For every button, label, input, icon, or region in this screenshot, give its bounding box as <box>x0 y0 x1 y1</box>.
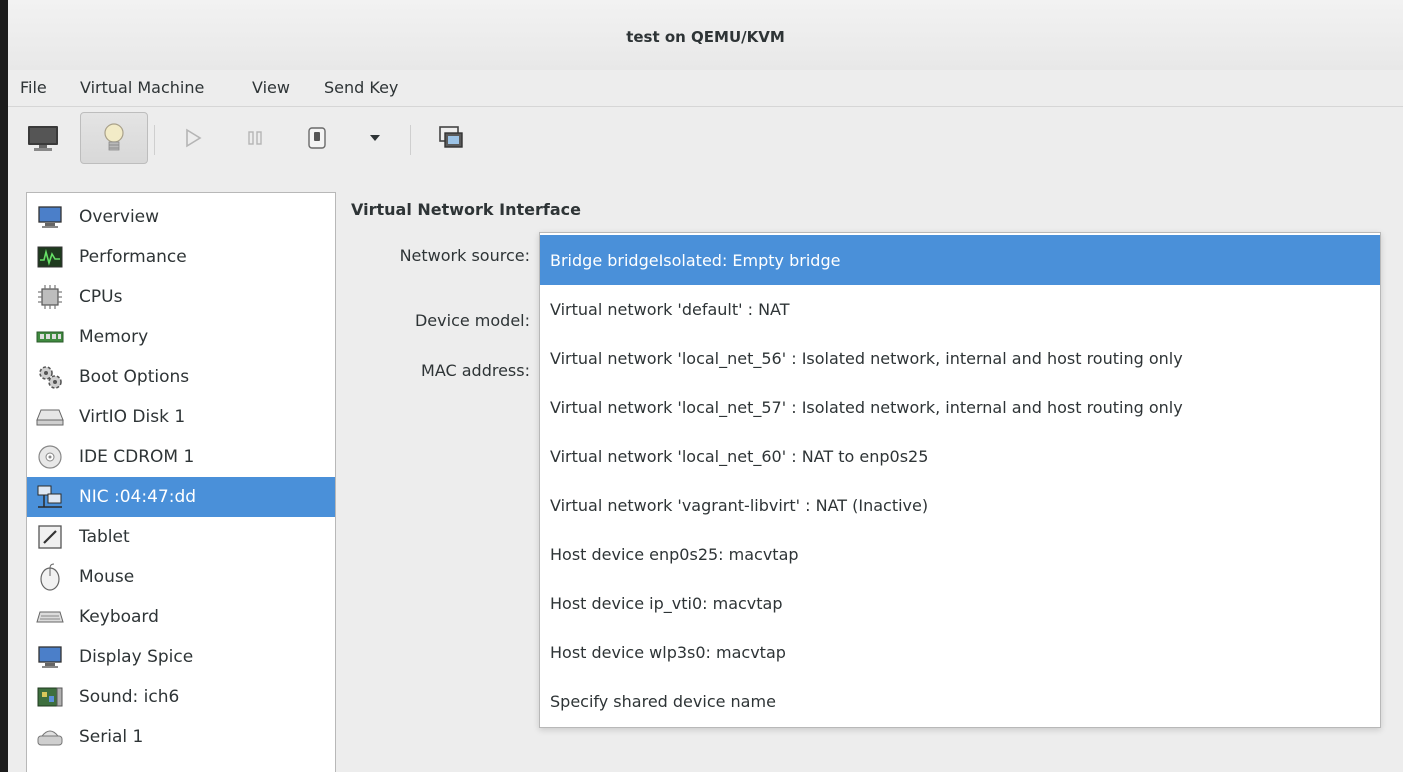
network-source-option[interactable]: Virtual network 'default' : NAT <box>540 284 1380 334</box>
sidebar-item-virtio-disk[interactable]: VirtIO Disk 1 <box>27 397 335 437</box>
mac-address-label: MAC address: <box>421 361 530 380</box>
sidebar-item-label: Boot Options <box>79 367 190 387</box>
monitor-icon <box>35 202 65 232</box>
power-icon <box>308 127 326 149</box>
play-icon <box>186 128 202 148</box>
sidebar-item-display-spice[interactable]: Display Spice <box>27 637 335 677</box>
sidebar-item-label: Overview <box>79 207 160 227</box>
monitor-icon <box>28 126 58 151</box>
sidebar-item-label: Display Spice <box>79 647 194 667</box>
network-source-label: Network source: <box>399 246 530 265</box>
sidebar-item-memory[interactable]: Memory <box>27 317 335 357</box>
sidebar-item-sound[interactable]: Sound: ich6 <box>27 677 335 717</box>
lightbulb-icon <box>104 123 124 151</box>
network-source-option[interactable]: Virtual network 'local_net_57' : Isolate… <box>540 382 1380 432</box>
fullscreen-button[interactable] <box>428 115 474 161</box>
sidebar-item-label: NIC :04:47:dd <box>79 487 197 507</box>
title-bar[interactable]: test on QEMU/KVM <box>8 0 1403 70</box>
sidebar-item-overview[interactable]: Overview <box>27 197 335 237</box>
sidebar-item-ide-cdrom[interactable]: IDE CDROM 1 <box>27 437 335 477</box>
shutdown-button[interactable] <box>294 115 340 161</box>
menu-file[interactable]: File <box>20 78 47 97</box>
sidebar-item-label: Memory <box>79 327 149 347</box>
sidebar-item-label: VirtIO Disk 1 <box>79 407 186 427</box>
run-button[interactable] <box>170 115 216 161</box>
sidebar-item-label: Sound: ich6 <box>79 687 180 707</box>
show-details-button[interactable] <box>80 112 148 164</box>
cpu-chip-icon <box>35 282 65 312</box>
window-title: test on QEMU/KVM <box>626 28 785 46</box>
screenshot-icon <box>439 126 463 148</box>
network-source-option[interactable]: Virtual network 'vagrant-libvirt' : NAT … <box>540 480 1380 530</box>
display-icon <box>35 642 65 672</box>
network-source-option[interactable]: Virtual network 'local_net_56' : Isolate… <box>540 333 1380 383</box>
sidebar-item-cpus[interactable]: CPUs <box>27 277 335 317</box>
tablet-icon <box>35 522 65 552</box>
cdrom-icon <box>35 442 65 472</box>
network-source-option[interactable]: Host device wlp3s0: macvtap <box>540 627 1380 677</box>
keyboard-icon <box>35 602 65 632</box>
sidebar-item-label: Performance <box>79 247 187 267</box>
dropdown-arrow-icon <box>370 135 380 141</box>
network-source-option[interactable]: Virtual network 'local_net_60' : NAT to … <box>540 431 1380 481</box>
sound-card-icon <box>35 682 65 712</box>
vm-details-window: test on QEMU/KVM File Virtual Machine Vi… <box>8 0 1403 772</box>
show-console-button[interactable] <box>20 115 66 161</box>
sidebar-item-label: Tablet <box>79 527 130 547</box>
sidebar-item-nic[interactable]: NIC :04:47:dd <box>27 477 335 517</box>
section-title: Virtual Network Interface <box>351 200 581 219</box>
serial-icon <box>35 722 65 752</box>
sidebar-item-label: CPUs <box>79 287 123 307</box>
sidebar-item-label: Keyboard <box>79 607 159 627</box>
sidebar-item-serial[interactable]: Serial 1 <box>27 717 335 757</box>
sidebar-item-boot-options[interactable]: Boot Options <box>27 357 335 397</box>
device-model-label: Device model: <box>414 311 530 330</box>
network-source-option[interactable]: Host device enp0s25: macvtap <box>540 529 1380 579</box>
performance-graph-icon <box>35 242 65 272</box>
network-source-option[interactable]: Host device ip_vti0: macvtap <box>540 578 1380 628</box>
sidebar-item-performance[interactable]: Performance <box>27 237 335 277</box>
memory-icon <box>35 322 65 352</box>
hard-disk-icon <box>35 402 65 432</box>
network-source-option[interactable]: Specify shared device name <box>540 676 1380 726</box>
sidebar-item-mouse[interactable]: Mouse <box>27 557 335 597</box>
menu-virtual-machine[interactable]: Virtual Machine <box>80 78 204 97</box>
menu-bar: File Virtual Machine View Send Key <box>8 70 1403 107</box>
sidebar-item-label: IDE CDROM 1 <box>79 447 195 467</box>
sidebar-item-tablet[interactable]: Tablet <box>27 517 335 557</box>
sidebar-item-label: Serial 1 <box>79 727 144 747</box>
menu-view[interactable]: View <box>252 78 290 97</box>
network-source-dropdown-list[interactable]: Bridge bridgeIsolated: Empty bridge Virt… <box>539 232 1381 728</box>
hardware-list[interactable]: Overview Performance CPUs Memory Boot Op… <box>26 192 336 772</box>
mouse-icon <box>35 562 65 592</box>
pause-icon <box>248 131 262 145</box>
network-source-option[interactable]: Bridge bridgeIsolated: Empty bridge <box>540 235 1380 285</box>
network-icon <box>35 482 65 512</box>
sidebar-item-keyboard[interactable]: Keyboard <box>27 597 335 637</box>
pause-button[interactable] <box>232 115 278 161</box>
toolbar <box>8 107 1403 177</box>
menu-send-key[interactable]: Send Key <box>324 78 398 97</box>
gears-icon <box>35 362 65 392</box>
sidebar-item-label: Mouse <box>79 567 135 587</box>
shutdown-menu-button[interactable] <box>352 115 398 161</box>
